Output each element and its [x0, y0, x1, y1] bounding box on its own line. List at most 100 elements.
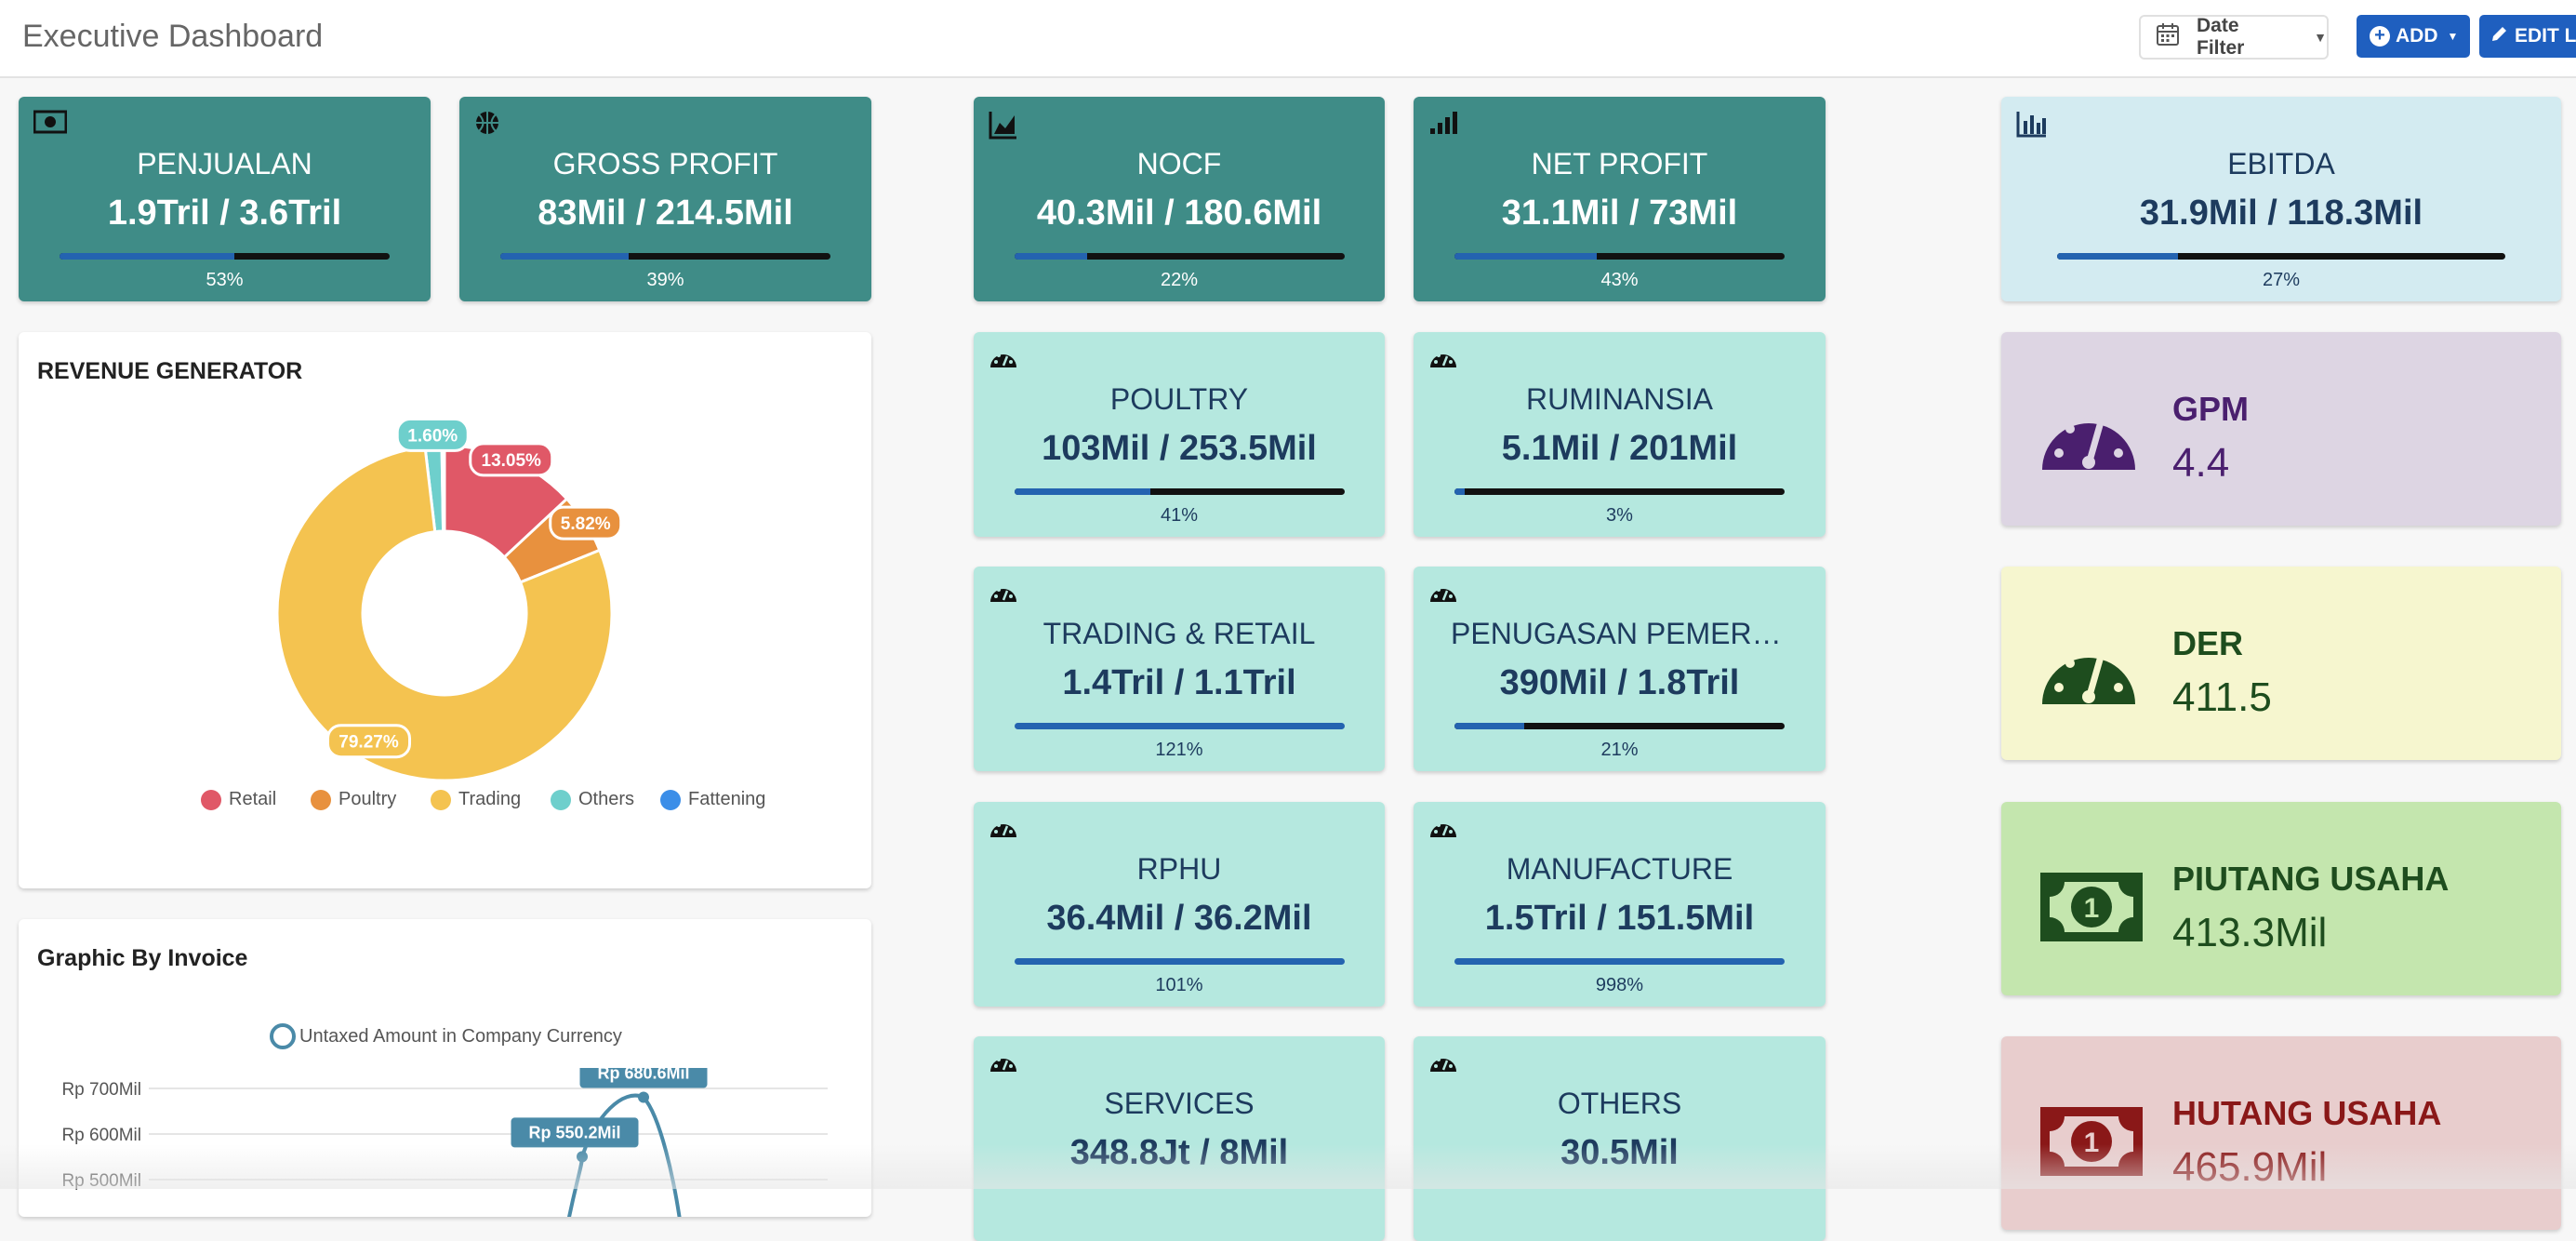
kpi-card-nocf[interactable]: NOCF 40.3Mil / 180.6Mil 22% — [974, 97, 1385, 301]
metric-card-hutang-usaha[interactable]: 1 HUTANG USAHA 465.9Mil — [2001, 1036, 2561, 1230]
legend-label: Retail — [229, 789, 277, 809]
segment-progress-bar — [1454, 723, 1785, 729]
signal-icon — [1428, 110, 1458, 140]
line-legend-item[interactable]: Untaxed Amount in Company Currency — [270, 1023, 622, 1049]
kpi-card-gross-profit[interactable]: GROSS PROFIT 83Mil / 214.5Mil 39% — [459, 97, 871, 301]
kpi-label: NOCF — [1136, 147, 1222, 180]
segment-label: POULTRY — [1109, 382, 1249, 416]
segment-percent: 21% — [1600, 740, 1639, 760]
kpi-value: 83Mil / 214.5Mil — [538, 193, 793, 233]
kpi-percent: 39% — [646, 270, 684, 290]
segment-label: TRADING & RETAIL — [1042, 617, 1316, 650]
date-filter-label: Date Filter — [2197, 15, 2245, 59]
kpi-percent: 22% — [1160, 270, 1199, 290]
segment-value: 390Mil / 1.8Tril — [1499, 663, 1740, 702]
segment-card-others[interactable]: OTHERS 30.5Mil — [1414, 1036, 1826, 1241]
tachometer-icon — [1428, 815, 1458, 844]
metric-card-piutang-usaha[interactable]: 1 PIUTANG USAHA 413.3Mil — [2001, 802, 2561, 995]
bar-chart-icon — [2016, 110, 2048, 142]
segment-progress-bar — [1015, 958, 1345, 965]
segment-card-penugasan-pemerintah[interactable]: PENUGASAN PEMERINTAH 390Mil / 1.8Tril 21… — [1414, 567, 1826, 771]
tachometer-icon — [989, 1049, 1018, 1078]
svg-text:13.05%: 13.05% — [482, 451, 542, 471]
segment-percent: 101% — [1155, 975, 1203, 995]
metric-card-der[interactable]: DER 411.5 — [2001, 567, 2561, 760]
calendar-icon — [2156, 22, 2180, 52]
segment-value: 1.4Tril / 1.1Tril — [1062, 663, 1296, 702]
segment-card-rphu[interactable]: RPHU 36.4Mil / 36.2Mil 101% — [974, 802, 1385, 1007]
legend-item-others[interactable]: Others — [551, 789, 634, 810]
progress-fill — [1454, 253, 1597, 260]
segment-percent: 3% — [1606, 505, 1633, 526]
kpi-card-penjualan[interactable]: PENJUALAN 1.9Tril / 3.6Tril 53% — [19, 97, 431, 301]
add-button[interactable]: + ADD ▼ — [2357, 15, 2470, 58]
svg-text:1: 1 — [2084, 1128, 2100, 1158]
money-bill-icon: 1 — [2040, 1107, 2143, 1181]
svg-text:Rp 680.6Mil: Rp 680.6Mil — [597, 1068, 689, 1083]
segment-card-services[interactable]: SERVICES 348.8Jt / 8Mil — [974, 1036, 1385, 1241]
data-label: Rp 550.2Mil — [511, 1117, 639, 1148]
kpi-card-ebitda[interactable]: EBITDA 31.9Mil / 118.3Mil 27% — [2001, 97, 2561, 301]
edit-layout-button[interactable]: EDIT L — [2479, 15, 2576, 58]
progress-fill — [500, 253, 630, 260]
kpi-label: EBITDA — [2227, 147, 2335, 180]
data-point[interactable] — [577, 1151, 588, 1163]
segment-value: 1.5Tril / 151.5Mil — [1484, 899, 1755, 938]
svg-text:Rp 550.2Mil: Rp 550.2Mil — [528, 1123, 620, 1141]
kpi-progress-bar — [1015, 253, 1345, 260]
kpi-label: NET PROFIT — [1531, 147, 1708, 180]
progress-fill — [60, 253, 235, 260]
legend-item-poultry[interactable]: Poultry — [311, 789, 396, 810]
metric-label: DER — [2172, 624, 2244, 662]
tachometer-icon — [1428, 1049, 1458, 1078]
segment-card-manufacture[interactable]: MANUFACTURE 1.5Tril / 151.5Mil 998% — [1414, 802, 1826, 1007]
svg-text:1.60%: 1.60% — [407, 426, 458, 446]
segment-label: MANUFACTURE — [1506, 852, 1733, 886]
legend-item-trading[interactable]: Trading — [431, 789, 521, 810]
donut-data-label: 13.05% — [469, 442, 554, 477]
kpi-value: 40.3Mil / 180.6Mil — [1036, 193, 1322, 233]
segment-value: 5.1Mil / 201Mil — [1501, 429, 1738, 468]
kpi-card-net-profit[interactable]: NET PROFIT 31.1Mil / 73Mil 43% — [1414, 97, 1826, 301]
metric-label: PIUTANG USAHA — [2172, 860, 2450, 898]
panel-title: REVENUE GENERATOR — [37, 358, 303, 384]
page-title: Executive Dashboard — [22, 19, 324, 54]
kpi-progress-bar — [500, 253, 830, 260]
legend-label: Others — [578, 789, 635, 809]
kpi-percent: 53% — [206, 270, 244, 290]
segment-progress-bar — [1015, 488, 1345, 495]
segment-progress-bar — [1015, 723, 1345, 729]
tachometer-icon — [1428, 345, 1458, 374]
date-filter-dropdown[interactable]: Date Filter ▼ — [2139, 15, 2329, 60]
segment-card-poultry[interactable]: POULTRY 103Mil / 253.5Mil 41% — [974, 332, 1385, 537]
svg-text:1: 1 — [2084, 893, 2100, 924]
progress-fill — [1454, 488, 1465, 495]
segment-card-trading-retail[interactable]: TRADING & RETAIL 1.4Tril / 1.1Tril 121% — [974, 567, 1385, 771]
tachometer-icon — [989, 345, 1018, 374]
progress-fill — [2057, 253, 2179, 260]
kpi-percent: 43% — [1600, 270, 1639, 290]
legend-item-fattening[interactable]: Fattening — [660, 789, 765, 810]
legend-item-retail[interactable]: Retail — [201, 789, 276, 810]
segment-card-ruminansia[interactable]: RUMINANSIA 5.1Mil / 201Mil 3% — [1414, 332, 1826, 537]
y-tick-label: Rp 600Mil — [61, 1126, 141, 1145]
progress-fill — [1015, 723, 1345, 729]
chart-area-icon — [989, 110, 1018, 144]
revenue-generator-panel: REVENUE GENERATOR 1.60% 13.05% 5.82% 79.27%… — [19, 332, 871, 888]
revenue-donut-chart: 1.60% 13.05% 5.82% 79.27% — [275, 417, 623, 782]
chevron-down-icon: ▼ — [2314, 30, 2327, 45]
kpi-value: 1.9Tril / 3.6Tril — [107, 193, 342, 233]
segment-percent: 998% — [1595, 975, 1644, 995]
metric-card-gpm[interactable]: GPM 4.4 — [2001, 332, 2561, 526]
legend-label: Poultry — [339, 789, 397, 809]
money-bill-icon — [33, 110, 68, 139]
metric-value: 413.3Mil — [2172, 910, 2328, 955]
metric-value: 411.5 — [2172, 674, 2272, 720]
kpi-progress-bar — [60, 253, 390, 260]
segment-label: SERVICES — [1104, 1087, 1255, 1120]
top-bar: Executive Dashboard Date Filter ▼ + ADD … — [0, 0, 2576, 78]
tachometer-icon — [989, 580, 1018, 608]
segment-value: 36.4Mil / 36.2Mil — [1046, 899, 1312, 938]
data-point[interactable] — [638, 1091, 649, 1103]
segment-percent: 121% — [1155, 740, 1203, 760]
